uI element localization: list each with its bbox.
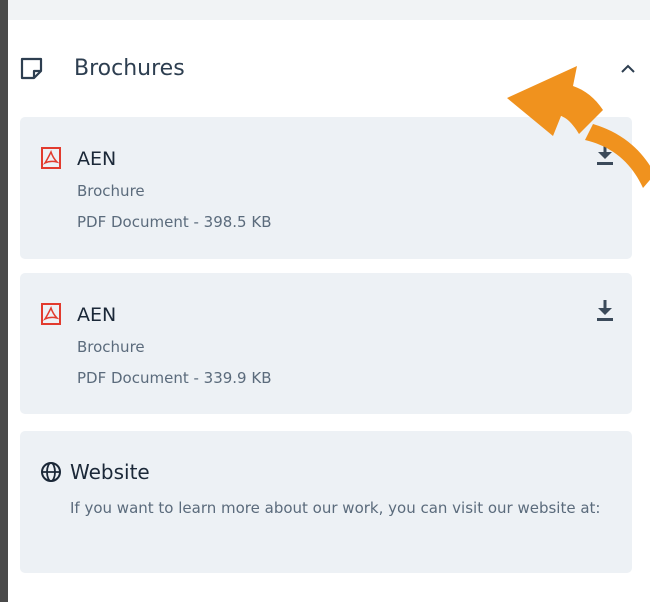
website-card: Website If you want to learn more about … <box>20 431 632 573</box>
orange-arrow-annotation <box>507 66 650 188</box>
file-title[interactable]: AEN <box>77 303 116 327</box>
website-title[interactable]: Website <box>70 459 150 485</box>
section-title: Brochures <box>74 56 185 81</box>
file-card: AEN Brochure PDF Document - 339.9 KB <box>20 273 632 414</box>
note-icon <box>20 57 43 80</box>
top-strip <box>8 0 650 20</box>
pdf-file-icon <box>41 147 61 169</box>
screenshot-frame: Brochures AEN Brochure PDF Document - 39… <box>0 0 650 602</box>
globe-icon <box>41 462 61 482</box>
file-type: Brochure <box>77 338 145 356</box>
file-details: PDF Document - 398.5 KB <box>77 213 272 231</box>
file-details: PDF Document - 339.9 KB <box>77 369 272 387</box>
file-type: Brochure <box>77 182 145 200</box>
download-icon[interactable] <box>594 297 616 323</box>
file-title[interactable]: AEN <box>77 147 116 171</box>
pdf-file-icon <box>41 303 61 325</box>
website-description: If you want to learn more about our work… <box>70 499 601 517</box>
